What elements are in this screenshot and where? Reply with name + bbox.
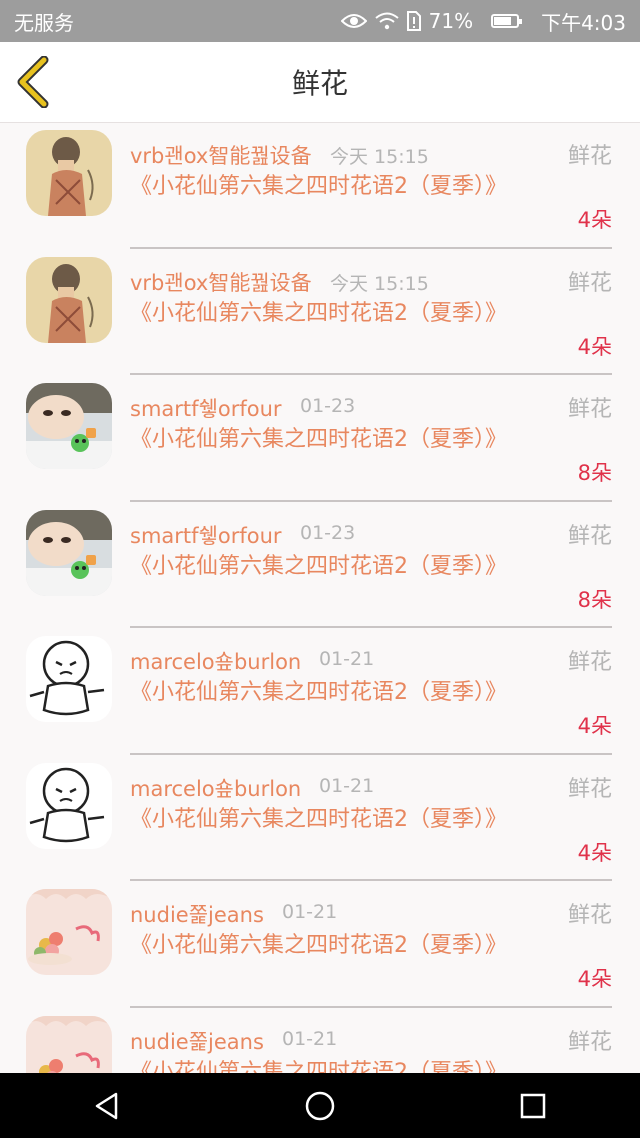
work-title: 《小花仙第六集之四时花语2（夏季）》 <box>130 680 507 705</box>
page-title: 鲜花 <box>291 67 348 100</box>
wifi-icon <box>374 12 399 30</box>
work-title: 《小花仙第六集之四时花语2（夏季）》 <box>130 1059 507 1074</box>
timestamp: 01-21 <box>282 1027 338 1050</box>
avatar[interactable] <box>26 889 112 975</box>
gift-count: 4朵 <box>577 334 612 359</box>
gift-type: 鲜花 <box>567 903 612 928</box>
gift-type: 鲜花 <box>567 523 612 549</box>
gift-count: 8朵 <box>577 461 612 485</box>
sender-name[interactable]: smartf쉫orfour <box>130 393 282 423</box>
nav-back-icon <box>95 1092 117 1119</box>
timestamp: 今天 15:15 <box>330 146 429 168</box>
list-item[interactable]: vrb괜ox智能꿢设备 今天 15:15 鲜花《小花仙第六集之四时花语2（夏季）》 4… <box>0 122 640 249</box>
work-title: 《小花仙第六集之四时花语2（夏季）》 <box>130 427 507 452</box>
timestamp: 01-21 <box>319 648 375 670</box>
battery-percent: 71% <box>428 9 474 33</box>
timestamp: 01-21 <box>282 901 338 923</box>
sender-name[interactable]: marcelo숖burlon <box>130 646 301 676</box>
gift-count: 4朵 <box>577 967 612 991</box>
sender-name[interactable]: vrb괜ox智能꿢设备 <box>130 140 312 170</box>
avatar[interactable] <box>26 762 112 849</box>
list-item[interactable]: vrb괜ox智能꿢设备 今天 15:15 鲜花《小花仙第六集之四时花语2（夏季）》 4… <box>0 249 640 375</box>
gift-type: 鲜花 <box>567 144 612 169</box>
avatar[interactable] <box>26 636 112 722</box>
sender-name[interactable]: vrb괜ox智能꿢设备 <box>130 267 312 297</box>
gift-type: 鲜花 <box>567 650 612 675</box>
gift-count: 4朵 <box>577 714 612 738</box>
list-item[interactable]: marcelo숖burlon 01-21 鲜花《小花仙第六集之四时花语2（夏季）》 4… <box>0 755 640 881</box>
gift-type: 鲜花 <box>567 776 612 802</box>
no-sim-icon <box>406 11 421 31</box>
work-title: 《小花仙第六集之四时花语2（夏季）》 <box>130 300 507 326</box>
status-bar: 无服务 71% 下午4:03 <box>0 0 640 42</box>
avatar[interactable] <box>26 256 112 343</box>
timestamp: 01-23 <box>300 395 356 417</box>
sender-name[interactable]: nudie쫉jeans <box>130 899 264 929</box>
gift-count: 4朵 <box>577 208 612 232</box>
timestamp: 今天 15:15 <box>330 272 429 295</box>
avatar[interactable] <box>26 509 112 596</box>
list-item[interactable]: nudie쫉jeans 01-21 鲜花《小花仙第六集之四时花语2（夏季）》 4朵 <box>0 881 640 1008</box>
nav-recents-icon <box>521 1093 546 1118</box>
list-item[interactable]: marcelo숖burlon 01-21 鲜花《小花仙第六集之四时花语2（夏季）》 4… <box>0 628 640 755</box>
list-item[interactable]: smartf쉫orfour 01-23 鲜花《小花仙第六集之四时花语2（夏季）》 8朵 <box>0 502 640 628</box>
eye-comfort-icon <box>340 12 367 30</box>
clock: 下午4:03 <box>541 10 626 35</box>
battery-icon <box>491 14 523 28</box>
work-title: 《小花仙第六集之四时花语2（夏季）》 <box>130 806 507 832</box>
sender-name[interactable]: nudie쫉jeans <box>130 1026 264 1056</box>
sender-name[interactable]: smartf쉫orfour <box>130 520 282 550</box>
gift-count: 8朵 <box>577 587 612 612</box>
list-item[interactable]: nudie쫉jeans 01-21 鲜花《小花仙第六集之四时花语2（夏季）》 <box>0 1008 640 1074</box>
list-item[interactable]: smartf쉫orfour 01-23 鲜花《小花仙第六集之四时花语2（夏季）》 8朵 <box>0 375 640 502</box>
nav-home-button[interactable] <box>290 1076 350 1136</box>
carrier-label: 无服务 <box>14 10 74 35</box>
avatar[interactable] <box>26 130 112 216</box>
nav-home-icon <box>305 1091 335 1120</box>
nav-recents-button[interactable] <box>503 1076 563 1136</box>
title-bar: 鲜花 <box>0 42 640 123</box>
gift-type: 鲜花 <box>567 397 612 422</box>
gift-type: 鲜花 <box>567 1029 612 1055</box>
work-title: 《小花仙第六集之四时花语2（夏季）》 <box>130 933 507 958</box>
system-nav-bar <box>0 1073 640 1138</box>
timestamp: 01-21 <box>319 774 375 797</box>
gift-type: 鲜花 <box>567 270 612 296</box>
work-title: 《小花仙第六集之四时花语2（夏季）》 <box>130 553 507 579</box>
work-title: 《小花仙第六集之四时花语2（夏季）》 <box>130 174 507 199</box>
avatar[interactable] <box>26 383 112 469</box>
status-icons: 71% 下午4:03 <box>340 7 626 36</box>
gift-count: 4朵 <box>577 840 612 865</box>
avatar[interactable] <box>26 1015 112 1073</box>
chevron-left-icon <box>17 55 49 109</box>
gift-record-list[interactable]: vrb괜ox智能꿢设备 今天 15:15 鲜花 《小花仙第六集之四时花语2（夏季）》 4… <box>0 122 640 1073</box>
sender-name[interactable]: marcelo숖burlon <box>130 773 301 803</box>
nav-back-button[interactable] <box>77 1076 137 1136</box>
back-button[interactable] <box>14 55 54 109</box>
timestamp: 01-23 <box>300 521 356 544</box>
